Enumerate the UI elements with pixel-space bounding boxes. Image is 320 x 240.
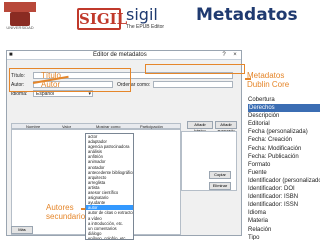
sigil-logo-mark: SIGIL	[77, 8, 128, 30]
metadata-option[interactable]: Identificador: ISSN	[248, 201, 320, 209]
metadata-option[interactable]: Fecha: Creación	[248, 136, 320, 144]
logo-crest-shape	[10, 12, 30, 26]
page-title: Metadatos	[196, 5, 298, 25]
metadata-option[interactable]: Fecha: Publicación	[248, 153, 320, 161]
more-button[interactable]: Más	[11, 226, 33, 234]
title-author-outline	[9, 68, 131, 92]
role-option[interactable]: antecedente bibliográfico	[86, 170, 133, 175]
metadata-option[interactable]: Descripción	[248, 112, 320, 120]
role-option[interactable]: epílogo, colofón, etc.	[86, 236, 133, 239]
roles-dropdown[interactable]: actor adaptador agencia patrocinadora análi…	[85, 133, 134, 240]
dialog-titlebar: ■ Editor de metadatos ? ×	[7, 51, 241, 60]
callout-secondary-text: Autores secundarios	[46, 203, 90, 221]
close-icon[interactable]: ×	[230, 51, 240, 59]
metadata-option[interactable]: Derechos	[248, 104, 320, 113]
role-option[interactable]: autor de citas o extractos textuales	[86, 210, 133, 215]
help-icon[interactable]: ?	[219, 51, 229, 59]
metadata-option[interactable]: Cobertura	[248, 96, 320, 104]
metadata-option[interactable]: Relación	[248, 226, 320, 234]
add-basic-button[interactable]: Añadir básico	[187, 121, 213, 133]
logo-banner-shape	[4, 2, 36, 12]
metadata-option[interactable]: Fuente	[248, 169, 320, 177]
sigil-app-name: sigil	[126, 5, 158, 24]
metadata-option[interactable]: Fecha: Modificación	[248, 145, 320, 153]
logo-caption: UNIVERSIDAD	[6, 25, 34, 30]
dublin-core-metadata-list[interactable]: Cobertura Derechos Descripción Editorial Fec…	[248, 96, 320, 240]
metadata-option[interactable]: Tipo	[248, 234, 320, 240]
sigil-app-subtitle: The EPUB Editor	[126, 24, 165, 30]
university-logo: UNIVERSIDAD	[0, 0, 40, 36]
metadata-option[interactable]: Fecha (personalizada)	[248, 128, 320, 136]
callout-dublin-core: Metadatos Dublin Core	[247, 71, 289, 89]
callout-secondary-authors: Autores secundarios	[46, 203, 89, 221]
metadata-option[interactable]: Identificador: DOI	[248, 185, 320, 193]
add-basic-outline	[145, 64, 245, 74]
metadata-option[interactable]: Editorial	[248, 120, 320, 128]
dialog-title: Editor de metadatos	[93, 52, 147, 58]
metadata-option[interactable]: Identificador (personalizado)	[248, 177, 320, 185]
metadata-option[interactable]: Materia	[248, 217, 320, 225]
metadata-option[interactable]: Identificador: ISBN	[248, 193, 320, 201]
callout-dublin-core-text: Metadatos Dublin Core	[247, 71, 290, 89]
delete-button[interactable]: Eliminar	[209, 182, 231, 190]
add-advanced-button[interactable]: Añadir avanzado	[215, 121, 237, 133]
copy-button[interactable]: Copiar	[209, 171, 231, 179]
metadata-option[interactable]: Idioma	[248, 209, 320, 217]
callout-arrow-dublin-core	[245, 78, 251, 80]
author-order-field[interactable]	[153, 81, 233, 88]
app-icon: ■	[9, 52, 13, 58]
metadata-option[interactable]: Formato	[248, 161, 320, 169]
